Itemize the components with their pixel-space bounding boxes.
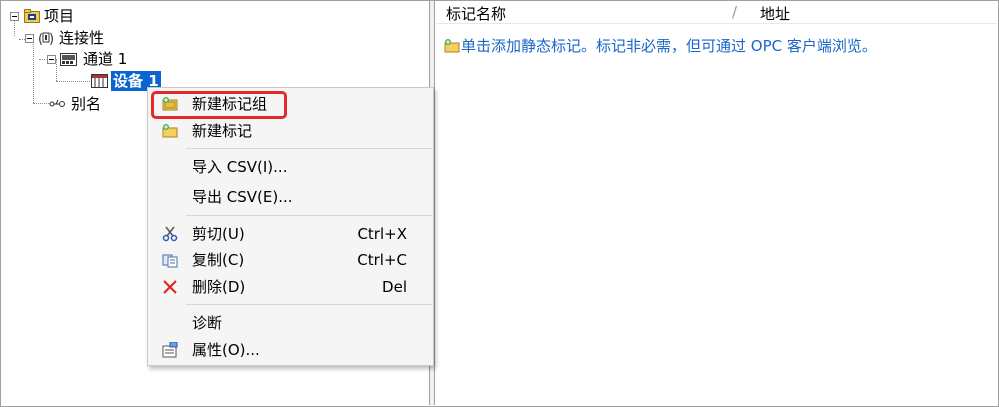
menu-item-properties[interactable]: 属性(O)... bbox=[148, 337, 433, 363]
column-header-address[interactable]: 地址 bbox=[760, 3, 790, 24]
tree-line bbox=[33, 103, 49, 104]
menu-item-diagnostics[interactable]: 诊断 bbox=[148, 310, 433, 336]
tree-label-project: 项目 bbox=[44, 7, 75, 25]
tree-line bbox=[56, 81, 90, 82]
scissors-icon bbox=[162, 226, 178, 242]
alias-icon bbox=[49, 99, 65, 107]
svg-text:(: ( bbox=[38, 32, 43, 46]
column-header-tag-name[interactable]: 标记名称 bbox=[446, 3, 506, 24]
menu-shortcut: Ctrl+C bbox=[357, 251, 407, 269]
project-folder-icon bbox=[24, 9, 40, 23]
highlight-box bbox=[151, 91, 287, 119]
properties-icon bbox=[162, 342, 178, 358]
menu-separator bbox=[186, 304, 432, 305]
menu-item-copy[interactable]: 复制(C) Ctrl+C bbox=[148, 247, 433, 273]
tree-line bbox=[39, 59, 45, 60]
collapse-toggle-icon[interactable] bbox=[47, 55, 56, 64]
new-tag-icon bbox=[162, 124, 178, 138]
list-header: 标记名称 / 地址 bbox=[436, 1, 997, 24]
menu-label: 导出 CSV(E)... bbox=[192, 188, 293, 206]
tree-label-alias: 别名 bbox=[71, 95, 102, 113]
menu-separator bbox=[186, 148, 432, 149]
tree-item-connectivity[interactable]: ( ) 连接性 bbox=[25, 28, 165, 48]
menu-label: 删除(D) bbox=[192, 278, 246, 296]
add-tag-hint-text: 单击添加静态标记。标记非必需，但可通过 OPC 客户端浏览。 bbox=[461, 37, 877, 55]
menu-label: 复制(C) bbox=[192, 251, 245, 269]
menu-separator bbox=[186, 215, 432, 216]
connectivity-icon: ( ) bbox=[38, 32, 54, 46]
delete-x-icon bbox=[163, 280, 177, 294]
menu-label: 诊断 bbox=[192, 314, 223, 332]
menu-shortcut: Del bbox=[382, 278, 407, 296]
tree-label-connectivity: 连接性 bbox=[59, 29, 105, 47]
tree-line bbox=[33, 39, 34, 103]
menu-item-new-tag[interactable]: 新建标记 bbox=[148, 118, 433, 144]
tree-label-channel: 通道 1 bbox=[83, 50, 128, 68]
menu-item-export-csv[interactable]: 导出 CSV(E)... bbox=[148, 184, 433, 210]
menu-label: 导入 CSV(I)... bbox=[192, 158, 288, 176]
tree-item-channel-1[interactable]: 通道 1 bbox=[47, 49, 187, 69]
menu-label: 剪切(U) bbox=[192, 225, 245, 243]
menu-item-import-csv[interactable]: 导入 CSV(I)... bbox=[148, 154, 433, 180]
channel-icon bbox=[60, 53, 77, 66]
device-icon bbox=[91, 74, 108, 88]
menu-item-cut[interactable]: 剪切(U) Ctrl+X bbox=[148, 221, 433, 247]
context-menu: 新建标记组 新建标记 导入 CSV(I)... 导出 CSV(E)... 剪切(… bbox=[147, 87, 434, 366]
menu-label: 新建标记 bbox=[192, 122, 253, 140]
new-tag-icon bbox=[444, 39, 460, 53]
collapse-toggle-icon[interactable] bbox=[25, 34, 34, 43]
sort-indicator: / bbox=[732, 3, 738, 21]
menu-shortcut: Ctrl+X bbox=[357, 225, 407, 243]
menu-item-delete[interactable]: 删除(D) Del bbox=[148, 274, 433, 300]
tag-list-pane: 标记名称 / 地址 单击添加静态标记。标记非必需，但可通过 OPC 客户端浏览。 bbox=[436, 1, 997, 405]
collapse-toggle-icon[interactable] bbox=[10, 12, 19, 21]
svg-text:): ) bbox=[49, 32, 54, 46]
menu-label: 属性(O)... bbox=[192, 341, 260, 359]
tree-item-project[interactable]: 项目 bbox=[5, 6, 125, 26]
copy-icon bbox=[162, 254, 178, 268]
